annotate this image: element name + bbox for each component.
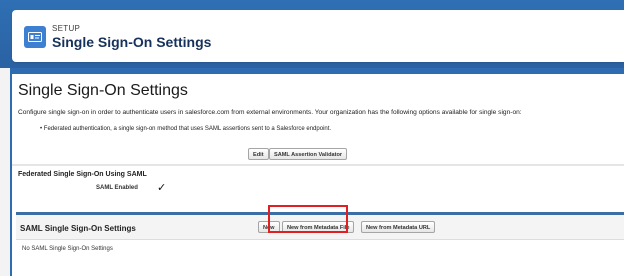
bullet-text: Federated authentication, a single sign-… <box>43 126 332 132</box>
main-content: Single Sign-On Settings Configure single… <box>12 74 624 276</box>
new-from-metadata-url-button[interactable]: New from Metadata URL <box>361 221 436 233</box>
page-title: Single Sign-On Settings <box>18 82 188 99</box>
table-row: No SAML Single Sign-On Settings <box>16 239 624 260</box>
header-setup-label: SETUP <box>52 24 81 33</box>
bullet-item: • Federated authentication, a single sig… <box>40 126 332 132</box>
federated-section-title: Federated Single Sign-On Using SAML <box>18 171 147 178</box>
header-title: Single Sign-On Settings <box>52 34 212 50</box>
saml-enabled-label: SAML Enabled <box>96 185 138 191</box>
id-card-icon <box>24 26 46 48</box>
divider <box>12 164 624 166</box>
page-description: Configure single sign-on in order to aut… <box>18 109 522 116</box>
saml-settings-title: SAML Single Sign-On Settings <box>20 224 136 233</box>
edit-button[interactable]: Edit <box>248 148 269 160</box>
page-header: SETUP Single Sign-On Settings <box>12 10 624 62</box>
empty-message: No SAML Single Sign-On Settings <box>22 246 113 252</box>
saml-assertion-validator-button[interactable]: SAML Assertion Validator <box>269 148 348 160</box>
checkmark-icon: ✓ <box>157 182 167 194</box>
highlight-box <box>268 205 348 233</box>
